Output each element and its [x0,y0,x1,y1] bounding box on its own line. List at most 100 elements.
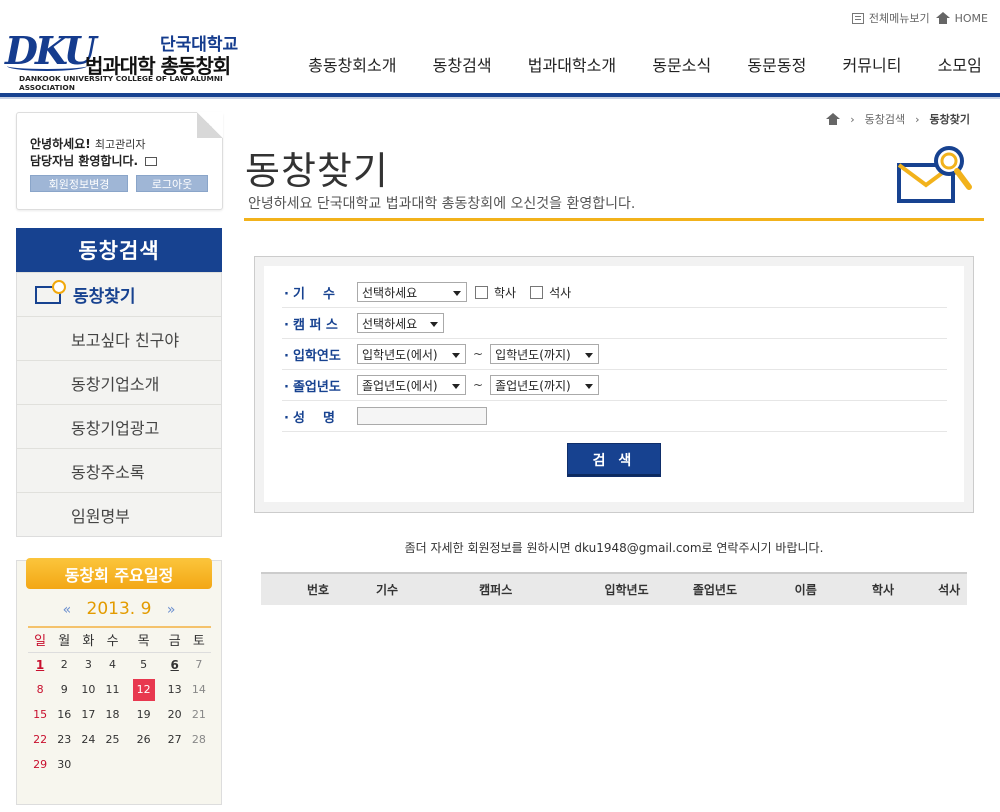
calendar-day[interactable]: 25 [100,727,124,752]
login-welcome: 담당자님 환영합니다. [30,152,158,169]
calendar-day[interactable]: 17 [76,702,100,727]
graduation-to-select[interactable]: 졸업년도(까지) [490,375,600,395]
gisu-select[interactable]: 선택하세요 [357,282,467,302]
edit-profile-button[interactable]: 회원정보변경 [30,175,128,192]
calendar-day[interactable]: 19 [125,702,163,727]
sidebar-item-companies[interactable]: 동창기업소개 [17,360,221,404]
calendar-day-number: 2 [60,658,68,672]
name-input[interactable] [357,407,487,425]
calendar-day-today[interactable]: 12 [125,677,163,702]
calendar-day-number: 5 [140,658,148,672]
sitemap-link[interactable]: 전체메뉴보기 [851,10,930,26]
calendar-day[interactable]: 29 [28,752,52,777]
title-underline [244,218,984,221]
calendar-day[interactable]: 11 [100,677,124,702]
calendar-day[interactable]: 26 [125,727,163,752]
admission-from-select[interactable]: 입학년도(에서) [357,344,466,364]
calendar-day [187,752,211,777]
calendar-month-nav: « 2013. 9 » [16,599,222,619]
sidebar-item-address-book[interactable]: 동창주소록 [17,448,221,492]
calendar-day[interactable]: 1 [28,652,52,677]
home-link[interactable]: HOME [935,11,988,25]
calendar-day[interactable]: 2 [52,652,76,677]
calendar-day[interactable]: 30 [52,752,76,777]
calendar-day[interactable]: 15 [28,702,52,727]
calendar-day-number: 7 [195,658,203,672]
calendar-day[interactable]: 13 [163,677,187,702]
search-button[interactable]: 검 색 [567,443,661,477]
main-nav: 총동창회소개 동창검색 법과대학소개 동문소식 동문동정 커뮤니티 소모임 [290,52,1000,76]
calendar-day-number: 10 [81,683,96,696]
calendar-day[interactable]: 6 [163,652,187,677]
logout-button[interactable]: 로그아웃 [136,175,208,192]
nav-item-about[interactable]: 총동창회소개 [300,52,404,76]
calendar-day[interactable]: 22 [28,727,52,752]
form-row-admission: 입학연도 입학년도(에서) ~ 입학년도(까지) [282,339,947,370]
calendar-day[interactable]: 21 [187,702,211,727]
calendar-title: 동창회 주요일정 [26,558,212,589]
weekday-header: 화 [76,628,101,653]
calendar-day[interactable]: 4 [100,652,124,677]
calendar-day[interactable]: 9 [52,677,76,702]
calendar-day-number: 22 [33,733,48,746]
calendar-day[interactable]: 16 [52,702,76,727]
calendar-grid: 일월화수목금토 1 2 3 4 5 6 7 8 9 10 11 12 13 14 15 16 17 18 19 20 2… [28,626,211,777]
calendar-day-number: 1 [35,657,45,672]
range-separator: ~ [473,378,484,392]
site-logo[interactable]: DKU 단국대학교 법과대학 총동창회 DANKOOK UNIVERSITY C… [5,28,265,92]
calendar-day-number: 17 [81,708,96,721]
graduation-from-select[interactable]: 졸업년도(에서) [357,375,466,395]
calendar-day[interactable]: 3 [76,652,100,677]
weekday-header: 목 [124,628,163,653]
nav-item-news[interactable]: 동문소식 [644,52,719,76]
prev-month-button[interactable]: « [63,602,72,618]
greeting-text: 안녕하세요! [30,137,91,151]
column-header-bachelor: 학사 [871,583,895,597]
nav-item-college[interactable]: 법과대학소개 [520,52,624,76]
nav-item-alumni-search[interactable]: 동창검색 [425,52,500,76]
calendar-day[interactable]: 10 [76,677,100,702]
sidebar-item-officers[interactable]: 임원명부 [17,492,221,536]
nav-item-clubs[interactable]: 소모임 [930,52,990,76]
welcome-text: 담당자님 환영합니다. [30,154,139,168]
campus-select[interactable]: 선택하세요 [357,313,444,333]
calendar-day-number: 3 [84,658,92,672]
admission-to-select[interactable]: 입학년도(까지) [490,344,600,364]
calendar-day[interactable]: 28 [187,727,211,752]
calendar-day[interactable]: 20 [163,702,187,727]
nav-item-community[interactable]: 커뮤니티 [835,52,910,76]
calendar-day[interactable]: 14 [187,677,211,702]
form-row-name: 성 명 [282,401,947,432]
form-row-gisu: 기 수 선택하세요 학사 석사 [282,277,947,308]
calendar-day[interactable]: 8 [28,677,52,702]
calendar-day[interactable]: 27 [163,727,187,752]
calendar-day[interactable]: 7 [187,652,211,677]
calendar-day-number: 18 [105,708,120,721]
calendar-day[interactable]: 23 [52,727,76,752]
calendar-day-number: 23 [57,733,72,746]
sidebar-item-company-ads[interactable]: 동창기업광고 [17,404,221,448]
calendar-day[interactable]: 24 [76,727,100,752]
master-checkbox[interactable] [530,285,544,299]
calendar-day[interactable]: 18 [100,702,124,727]
graduation-to-value: 졸업년도(까지) [495,378,571,393]
sidebar-item-miss-friend[interactable]: 보고싶다 친구야 [17,316,221,360]
calendar-day[interactable]: 5 [125,652,163,677]
sidebar-title: 동창검색 [16,228,222,272]
calendar-day-number: 8 [36,683,44,696]
breadcrumb-section[interactable]: 동창검색 [865,111,905,127]
home-label: HOME [954,11,988,25]
calendar-day-number: 16 [57,708,72,721]
nav-item-activities[interactable]: 동문동정 [739,52,814,76]
form-row-graduation: 졸업년도 졸업년도(에서) ~ 졸업년도(까지) [282,370,947,401]
calendar-day-number: 26 [136,733,151,746]
home-icon [935,12,950,24]
home-icon[interactable] [826,113,841,125]
calendar-day-number: 25 [105,733,120,746]
sidebar-item-find-alumni[interactable]: 동창찾기 [17,272,221,316]
column-header-campus: 캠퍼스 [479,583,513,597]
nav-divider-light [0,97,1000,99]
bachelor-checkbox[interactable] [475,285,488,299]
next-month-button[interactable]: » [167,602,176,618]
weekday-header: 금 [162,628,187,653]
